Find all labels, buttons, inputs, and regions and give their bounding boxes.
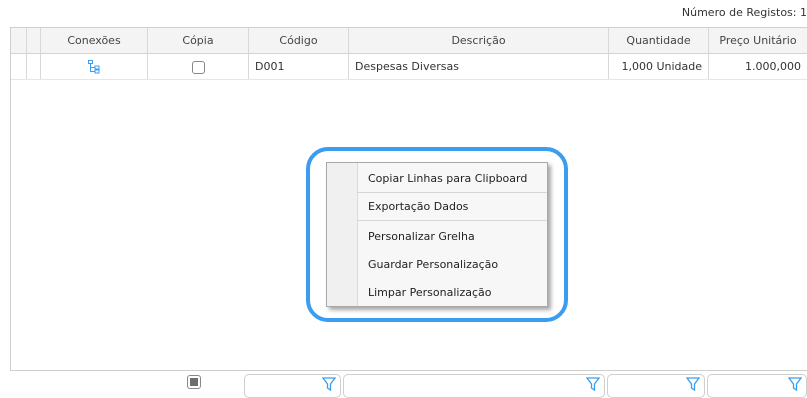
- copy-filter-checkbox[interactable]: [187, 375, 201, 389]
- copy-checkbox[interactable]: [191, 60, 205, 74]
- menu-item-save-customization[interactable]: Guardar Personalização: [357, 251, 547, 279]
- column-header-quantity[interactable]: Quantidade: [609, 28, 709, 53]
- menu-item-copy-rows[interactable]: Copiar Linhas para Clipboard: [357, 165, 547, 193]
- column-header-unit-price[interactable]: Preço Unitário: [709, 28, 807, 53]
- menu-icon-gutter: [327, 163, 358, 306]
- row-indicator: [27, 54, 41, 79]
- unit-price-cell: 1.000,000: [709, 54, 807, 79]
- table-row[interactable]: D001 Despesas Diversas 1,000 Unidade 1.0…: [11, 54, 807, 80]
- code-cell: D001: [249, 54, 349, 79]
- record-count: Número de Registos: 1: [681, 6, 807, 19]
- filter-icon[interactable]: [686, 377, 700, 391]
- description-cell: Despesas Diversas: [349, 54, 609, 79]
- unit-price-filter-input[interactable]: [707, 374, 807, 398]
- filter-bar: [0, 372, 807, 398]
- filter-icon[interactable]: [788, 377, 802, 391]
- column-header-connections[interactable]: Conexões: [41, 28, 148, 53]
- code-filter-input[interactable]: [244, 374, 341, 398]
- column-header-code[interactable]: Código: [249, 28, 349, 53]
- menu-item-clear-customization[interactable]: Limpar Personalização: [357, 279, 547, 307]
- connections-cell[interactable]: [41, 54, 148, 79]
- menu-item-customize-grid[interactable]: Personalizar Grelha: [357, 223, 547, 251]
- filter-icon[interactable]: [586, 377, 600, 391]
- menu-separator: [357, 220, 547, 221]
- menu-item-export-data[interactable]: Exportação Dados: [357, 193, 547, 221]
- row-selector[interactable]: [11, 54, 27, 79]
- description-filter-input[interactable]: [343, 374, 605, 398]
- quantity-filter-input[interactable]: [607, 374, 705, 398]
- grid-header: Conexões Cópia Código Descrição Quantida…: [11, 28, 807, 54]
- context-menu: Copiar Linhas para Clipboard Exportação …: [326, 162, 548, 307]
- column-header-copy[interactable]: Cópia: [148, 28, 249, 53]
- tree-structure-icon[interactable]: [88, 60, 100, 74]
- quantity-cell: 1,000 Unidade: [609, 54, 709, 79]
- header-indicator: [27, 28, 41, 53]
- filter-icon[interactable]: [322, 377, 336, 391]
- copy-cell: [148, 54, 249, 79]
- column-header-description[interactable]: Descrição: [349, 28, 609, 53]
- header-selector[interactable]: [11, 28, 27, 53]
